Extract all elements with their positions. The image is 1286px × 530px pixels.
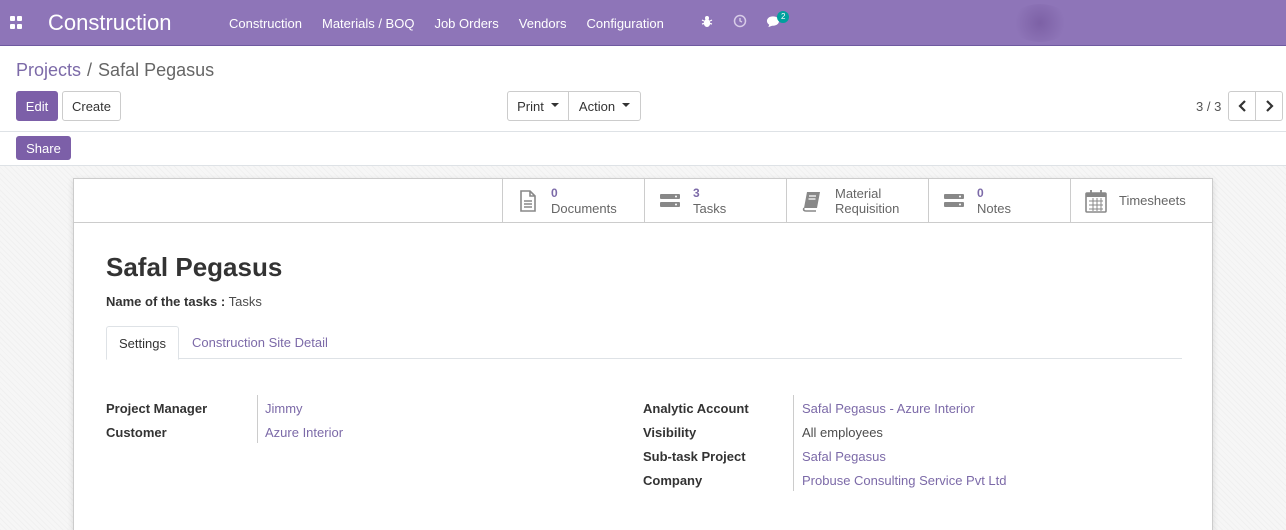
project-manager-link[interactable]: Jimmy [265,401,303,416]
form-statusbar: Share [0,132,1286,166]
document-icon [520,189,536,212]
pager-value[interactable]: 3 / 3 [1196,99,1221,114]
divider [793,395,794,491]
field-company: Company Probuse Consulting Service Pvt L… [643,468,1007,492]
caret-down-icon [622,103,631,107]
tasks-label: Tasks [693,200,727,216]
company-link[interactable]: Probuse Consulting Service Pvt Ltd [802,473,1007,488]
navbar-decoration [1010,4,1070,42]
tasks-stat-button[interactable]: 3 Tasks [644,179,786,222]
breadcrumb: Projects / Safal Pegasus [16,60,214,81]
chat-icon[interactable]: 2 [766,11,790,30]
clock-icon[interactable] [733,12,747,30]
tasks-name-row: Name of the tasks : Tasks [106,294,262,309]
share-button[interactable]: Share [16,136,71,160]
menu-item-configuration[interactable]: Configuration [576,16,673,31]
material-label-line2: Requisition [835,200,900,216]
breadcrumb-separator: / [87,60,93,80]
apps-menu-icon[interactable] [10,16,23,29]
book-icon [802,191,820,212]
tasks-icon [660,193,680,207]
material-label-line1: Material [835,185,882,201]
notes-icon [944,193,964,207]
top-navbar: Construction Construction Materials / BO… [0,0,1286,46]
tab-settings[interactable]: Settings [106,326,179,360]
breadcrumb-current: Safal Pegasus [98,60,215,80]
field-label: Company [643,472,703,488]
chat-badge: 2 [777,11,790,23]
control-panel: Projects / Safal Pegasus Edit Create Print… [0,46,1286,132]
breadcrumb-projects-link[interactable]: Projects [16,60,81,80]
field-label: Customer [106,424,167,440]
pager-previous-button[interactable] [1228,91,1256,121]
notes-label: Notes [977,200,1011,216]
documents-label: Documents [551,200,617,216]
documents-count: 0 [551,185,558,200]
caret-down-icon [550,103,559,107]
smart-button-box: 0 Documents 3 Tasks Material Requisition 0N… [502,179,1213,223]
notes-stat-button[interactable]: 0 Notes [928,179,1070,222]
action-dropdown[interactable]: Action [568,91,641,121]
tasks-count: 3 [693,185,700,200]
print-label: Print [517,98,544,114]
edit-button[interactable]: Edit [16,91,58,121]
form-sheet: 0 Documents 3 Tasks Material Requisition 0N… [73,178,1213,530]
calendar-icon [1085,189,1107,213]
material-requisition-stat-button[interactable]: Material Requisition [786,179,928,222]
field-analytic-account: Analytic Account Safal Pegasus - Azure I… [643,396,1007,420]
field-visibility: Visibility All employees [643,420,1007,444]
bug-icon[interactable] [700,12,714,30]
menu-item-job-orders[interactable]: Job Orders [424,16,508,31]
tasks-name-label: Name of the tasks : [106,294,226,309]
timesheets-label: Timesheets [1119,193,1186,208]
field-customer: Customer Azure Interior [106,420,343,444]
app-brand[interactable]: Construction [48,10,172,36]
tab-construction-site-detail[interactable]: Construction Site Detail [180,326,340,359]
left-field-group: Project Manager Jimmy Customer Azure Int… [106,396,343,444]
menu-item-construction[interactable]: Construction [219,16,312,31]
chevron-left-icon [1237,100,1246,112]
notes-count: 0 [977,185,984,200]
main-menu: Construction Materials / BOQ Job Orders … [219,0,674,45]
print-dropdown[interactable]: Print [507,91,569,121]
tasks-name-value[interactable]: Tasks [229,294,262,309]
field-sub-task-project: Sub-task Project Safal Pegasus [643,444,1007,468]
field-label: Sub-task Project [643,448,746,464]
field-label: Visibility [643,424,697,440]
record-title[interactable]: Safal Pegasus [106,252,282,283]
customer-link[interactable]: Azure Interior [265,425,343,440]
pager-next-button[interactable] [1255,91,1283,121]
field-project-manager: Project Manager Jimmy [106,396,343,420]
field-label: Analytic Account [643,400,749,416]
chevron-right-icon [1265,100,1274,112]
menu-item-materials-boq[interactable]: Materials / BOQ [312,16,424,31]
menu-item-vendors[interactable]: Vendors [509,16,577,31]
timesheets-stat-button[interactable]: Timesheets [1070,179,1212,222]
right-field-group: Analytic Account Safal Pegasus - Azure I… [643,396,1007,492]
action-label: Action [578,98,616,114]
analytic-account-link[interactable]: Safal Pegasus - Azure Interior [802,401,975,416]
field-label: Project Manager [106,400,208,416]
visibility-value[interactable]: All employees [802,425,883,440]
systray: 2 [700,11,799,30]
sub-task-project-link[interactable]: Safal Pegasus [802,449,886,464]
divider [257,395,258,443]
documents-stat-button[interactable]: 0 Documents [502,179,644,222]
notebook-tabs: Settings Construction Site Detail [106,326,1182,360]
create-button[interactable]: Create [62,91,121,121]
